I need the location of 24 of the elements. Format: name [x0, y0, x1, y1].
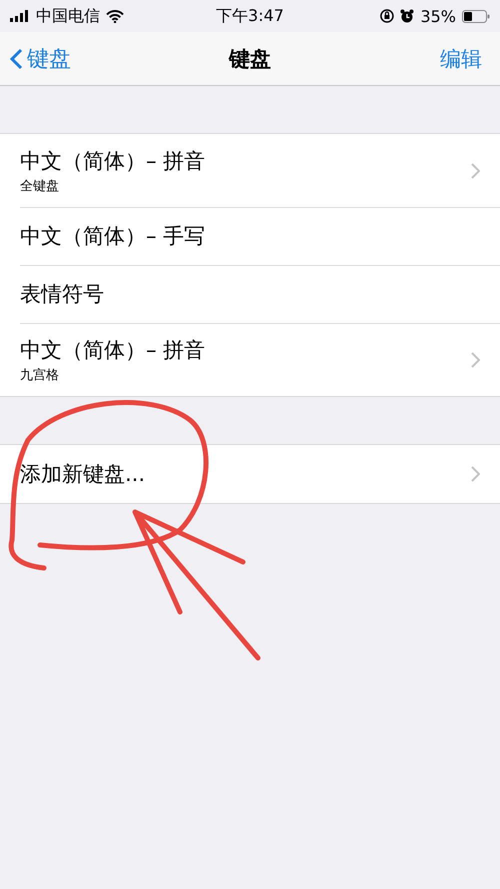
row-label: 中文（简体）– 拼音 [20, 148, 206, 174]
alarm-icon [400, 9, 414, 23]
battery-icon [462, 10, 490, 22]
row-subtitle: 九宫格 [20, 366, 60, 384]
carrier-name: 中国电信 [36, 6, 100, 26]
settings-row[interactable]: 中文（简体）– 手写 [0, 207, 500, 265]
back-chevron-icon [10, 48, 23, 70]
row-subtitle: 全键盘 [20, 178, 60, 194]
battery-percent: 35% [420, 6, 456, 26]
nav-title: 键盘 [229, 46, 271, 70]
wifi-icon [106, 10, 124, 22]
clock-time: 下午3:47 [216, 6, 284, 24]
row-label: 中文（简体）– 手写 [20, 223, 206, 250]
settings-row[interactable]: 表情符号 [0, 265, 500, 323]
signal-icon [10, 10, 30, 22]
row-label: 添加新键盘... [20, 461, 146, 488]
row-label: 表情符号 [20, 281, 105, 308]
settings-row[interactable]: 添加新键盘... [0, 445, 500, 503]
rotation-lock-icon [380, 9, 394, 23]
settings-row[interactable]: 中文（简体）– 拼音 九宫格 [0, 323, 500, 396]
back-button[interactable]: 键盘 [10, 44, 71, 74]
edit-button[interactable]: 编辑 [432, 44, 490, 72]
row-label: 中文（简体）– 拼音 [20, 336, 206, 364]
settings-row[interactable]: 中文（简体）– 拼音 全键盘 [0, 134, 500, 207]
